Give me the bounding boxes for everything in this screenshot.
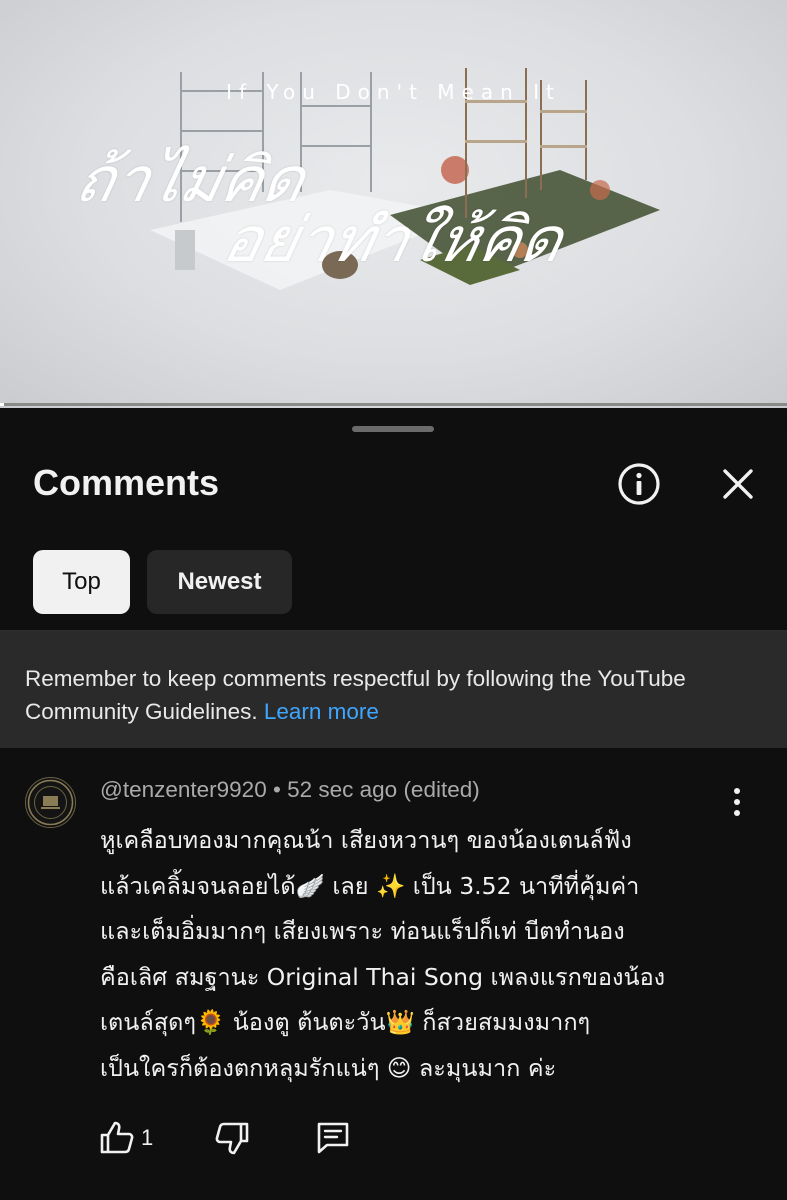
like-count: 1 — [141, 1125, 154, 1150]
guidelines-banner: Remember to keep comments respectful by … — [0, 632, 787, 748]
like-button[interactable] — [97, 1118, 137, 1158]
comment-item: @tenzenter9920 • 52 sec ago (edited) หูเ… — [0, 750, 787, 1200]
video-progress-bar[interactable] — [0, 403, 787, 406]
video-english-title: If You Don't Mean It — [226, 80, 561, 104]
more-vert-icon — [734, 788, 740, 816]
learn-more-link[interactable]: Learn more — [264, 699, 379, 724]
guidelines-text-block: Remember to keep comments respectful by … — [25, 662, 770, 728]
comment-text: หูเคลือบทองมากคุณน้า เสียงหวานๆ ของน้องเ… — [100, 826, 666, 1082]
meta-separator: • — [266, 777, 288, 802]
thumbs-up-icon — [100, 1121, 134, 1154]
filter-chip-top[interactable]: Top — [33, 550, 130, 614]
info-icon — [618, 463, 660, 505]
filter-chip-newest[interactable]: Newest — [147, 550, 292, 614]
sheet-title: Comments — [33, 462, 220, 503]
comment-meta: @tenzenter9920 • 52 sec ago (edited) — [100, 777, 480, 803]
close-button[interactable] — [716, 462, 760, 506]
reply-button[interactable] — [313, 1118, 353, 1158]
drag-handle[interactable] — [352, 426, 434, 432]
video-thai-title-line2: อย่าทำให้คิด — [217, 203, 570, 276]
more-options-button[interactable] — [722, 782, 752, 822]
reply-icon — [317, 1122, 349, 1154]
avatar-logo-icon — [27, 779, 74, 826]
video-player[interactable]: If You Don't Mean It ถ้าไม่คิด อย่าทำให้… — [0, 0, 787, 408]
avatar[interactable] — [25, 777, 76, 828]
video-progress-fill — [0, 403, 4, 406]
info-button[interactable] — [617, 462, 661, 506]
video-thai-title: ถ้าไม่คิด อย่าทำให้คิด — [56, 143, 734, 280]
comment-time: 52 sec ago (edited) — [287, 777, 480, 802]
comment-author[interactable]: @tenzenter9920 — [100, 777, 267, 802]
dislike-button[interactable] — [212, 1118, 252, 1158]
comments-sheet: Comments Top Newest Remember to keep com… — [0, 410, 787, 1200]
close-icon — [723, 469, 753, 499]
thumbs-down-icon — [215, 1122, 249, 1155]
